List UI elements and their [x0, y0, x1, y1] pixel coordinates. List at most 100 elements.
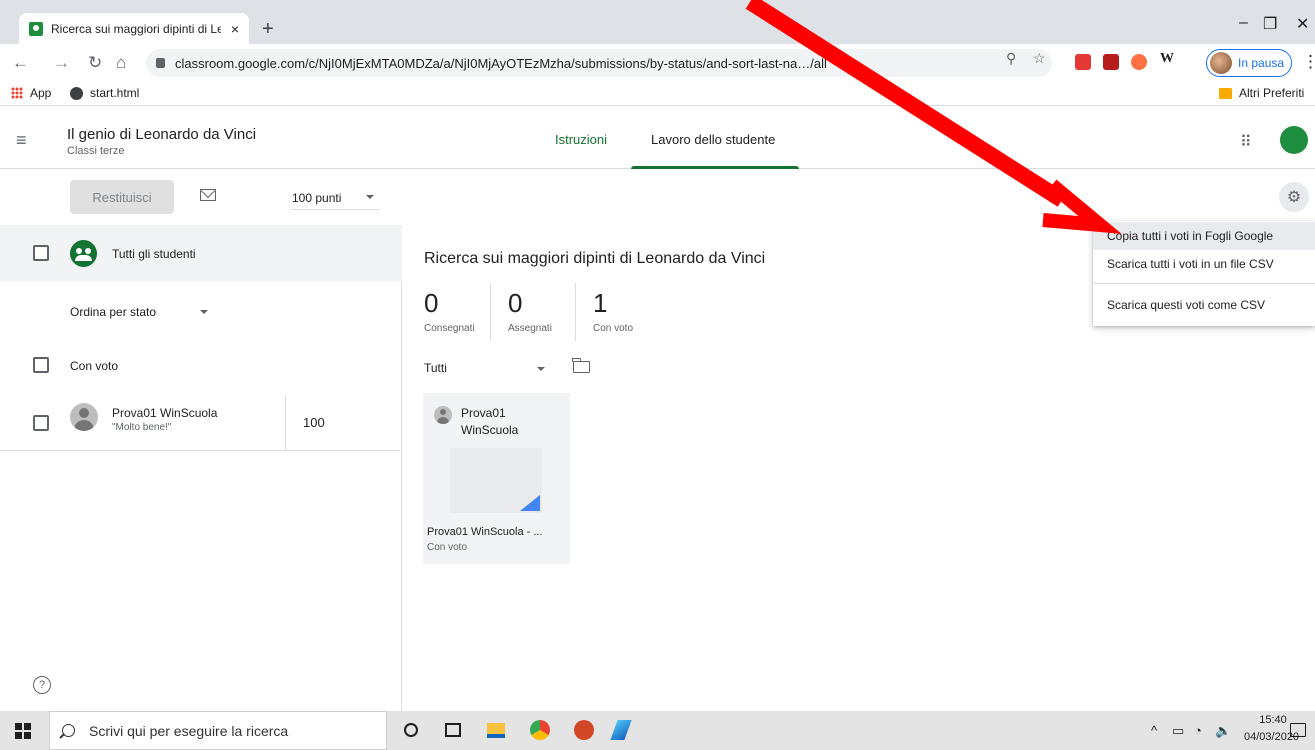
- maximize-icon[interactable]: ❐: [1263, 14, 1277, 34]
- select-all-checkbox[interactable]: [33, 245, 49, 261]
- app-icon[interactable]: [610, 720, 632, 740]
- all-students-label: Tutti gli studenti: [112, 247, 196, 261]
- browser-menu-icon[interactable]: ⋮: [1302, 52, 1315, 72]
- reload-icon[interactable]: ↻: [88, 53, 102, 73]
- zoom-icon[interactable]: ⚲: [1006, 50, 1016, 67]
- search-icon: [62, 724, 75, 737]
- new-tab-button[interactable]: +: [262, 18, 274, 41]
- action-bar: Restituisci 100 punti ⚙: [0, 169, 1315, 225]
- profile-button[interactable]: In pausa: [1206, 49, 1292, 77]
- submission-card[interactable]: Prova01 WinScuola Prova01 WinScuola - ..…: [423, 393, 570, 564]
- chevron-down-icon[interactable]: [366, 195, 374, 199]
- chevron-down-icon[interactable]: [537, 367, 545, 371]
- notifications-icon[interactable]: [1290, 723, 1306, 737]
- group-checkbox[interactable]: [33, 357, 49, 373]
- bookmark-start[interactable]: start.html: [70, 86, 139, 100]
- taskbar-search[interactable]: Scrivi qui per eseguire la ricerca: [49, 711, 387, 750]
- lock-icon: [156, 58, 165, 68]
- browser-tab[interactable]: Ricerca sui maggiori dipinti di Le ×: [19, 13, 249, 44]
- group-icon: [70, 240, 97, 267]
- course-title[interactable]: Il genio di Leonardo da Vinci: [67, 126, 256, 143]
- close-window-icon[interactable]: ✕: [1296, 14, 1309, 34]
- classroom-header: ≡ Il genio di Leonardo da Vinci Classi t…: [0, 106, 1315, 169]
- card-status: Con voto: [427, 542, 468, 553]
- extension-play-icon[interactable]: [1131, 54, 1147, 70]
- folder-icon[interactable]: [572, 358, 590, 373]
- chevron-down-icon[interactable]: [200, 310, 208, 314]
- profile-avatar: [1210, 52, 1232, 74]
- menu-item-download-these-csv[interactable]: Scarica questi voti come CSV: [1093, 291, 1315, 319]
- filter-select[interactable]: Tutti: [424, 361, 447, 375]
- other-bookmarks[interactable]: Altri Preferiti: [1219, 86, 1304, 100]
- cortana-icon[interactable]: [404, 723, 418, 737]
- stat-divider: [575, 283, 576, 341]
- address-bar[interactable]: classroom.google.com/c/NjI0MjExMTA0MDZa/…: [146, 49, 1052, 77]
- volume-icon[interactable]: 🔈: [1215, 723, 1231, 739]
- clock-time[interactable]: 15:40: [1253, 714, 1293, 726]
- bookmarks-bar: App start.html Altri Preferiti: [0, 82, 1315, 106]
- main-menu-icon[interactable]: ≡: [16, 130, 27, 151]
- file-explorer-icon[interactable]: [487, 723, 505, 738]
- help-icon[interactable]: ?: [33, 676, 51, 694]
- chrome-icon[interactable]: [530, 720, 550, 740]
- taskbar-search-placeholder: Scrivi qui per eseguire la ricerca: [89, 722, 289, 739]
- student-list-panel: Tutti gli studenti Ordina per stato Con …: [0, 225, 402, 711]
- windows-start-icon[interactable]: [15, 723, 31, 739]
- powerpoint-icon[interactable]: [574, 720, 594, 740]
- acrobat-extension-icon[interactable]: [1103, 54, 1119, 70]
- classroom-favicon-icon: [29, 21, 43, 36]
- stat-consegnati-label: Consegnati: [424, 323, 475, 334]
- wikipedia-extension-icon[interactable]: W: [1160, 51, 1174, 67]
- user-avatar[interactable]: [1280, 126, 1308, 154]
- menu-divider: [1093, 283, 1315, 284]
- card-student-last: WinScuola: [461, 423, 519, 437]
- student-checkbox[interactable]: [33, 415, 49, 431]
- profile-status: In pausa: [1238, 56, 1285, 70]
- back-icon[interactable]: ←: [12, 53, 29, 73]
- student-comment: "Molto bene!": [112, 422, 172, 433]
- folder-icon: [1219, 87, 1232, 99]
- student-name: Prova01 WinScuola: [112, 406, 218, 420]
- google-apps-icon[interactable]: ⠿: [1240, 132, 1252, 152]
- tab-lavoro-studente[interactable]: Lavoro dello studente: [651, 132, 775, 147]
- browser-toolbar: ← → ↻ ⌂ classroom.google.com/c/NjI0MjExM…: [0, 44, 1315, 82]
- stat-assegnati-label: Assegnati: [508, 323, 552, 334]
- battery-icon[interactable]: ▭: [1172, 723, 1184, 739]
- home-icon[interactable]: ⌂: [116, 53, 126, 73]
- return-button[interactable]: Restituisci: [70, 180, 174, 214]
- bookmark-apps[interactable]: App: [11, 86, 51, 100]
- gear-icon[interactable]: ⚙: [1279, 182, 1309, 212]
- stat-assegnati-value: 0: [508, 288, 523, 318]
- forward-icon[interactable]: →: [53, 53, 70, 73]
- task-view-icon[interactable]: [445, 723, 461, 737]
- wifi-icon[interactable]: ◔: [1194, 723, 1202, 738]
- browser-tab-title: Ricerca sui maggiori dipinti di Le: [51, 21, 221, 36]
- score-cell[interactable]: 100: [285, 395, 402, 451]
- sort-select[interactable]: Ordina per stato: [70, 305, 156, 319]
- menu-item-download-all-csv[interactable]: Scarica tutti i voti in un file CSV: [1093, 250, 1315, 278]
- windows-taskbar: Scrivi qui per eseguire la ricerca ^ ▭ ◔…: [0, 711, 1315, 750]
- close-tab-icon[interactable]: ×: [231, 21, 239, 37]
- student-score[interactable]: 100: [303, 415, 325, 430]
- course-subtitle: Classi terze: [67, 145, 125, 157]
- menu-item-copy-sheets[interactable]: Copia tutti i voti in Fogli Google: [1093, 222, 1315, 250]
- points-underline: [290, 209, 380, 210]
- doc-fold-icon: [520, 495, 540, 511]
- globe-icon: [70, 86, 83, 100]
- extension-shield-icon[interactable]: [1075, 54, 1091, 70]
- student-avatar: [70, 403, 98, 431]
- card-file-name: Prova01 WinScuola - ...: [427, 526, 543, 538]
- minimize-icon[interactable]: –: [1239, 14, 1248, 32]
- tab-istruzioni[interactable]: Istruzioni: [555, 132, 607, 147]
- address-url[interactable]: classroom.google.com/c/NjI0MjExMTA0MDZa/…: [175, 56, 827, 71]
- bookmark-star-icon[interactable]: ☆: [1033, 50, 1046, 67]
- other-bookmarks-label: Altri Preferiti: [1239, 86, 1305, 100]
- points-select[interactable]: 100 punti: [292, 191, 341, 205]
- student-avatar: [434, 406, 452, 424]
- stat-divider: [490, 283, 491, 341]
- student-row[interactable]: Prova01 WinScuola "Molto bene!" 100: [0, 395, 402, 451]
- apps-grid-icon: [11, 87, 23, 99]
- tray-chevron-up-icon[interactable]: ^: [1151, 723, 1157, 738]
- all-students-row[interactable]: Tutti gli studenti: [0, 225, 402, 282]
- email-icon[interactable]: [200, 189, 216, 201]
